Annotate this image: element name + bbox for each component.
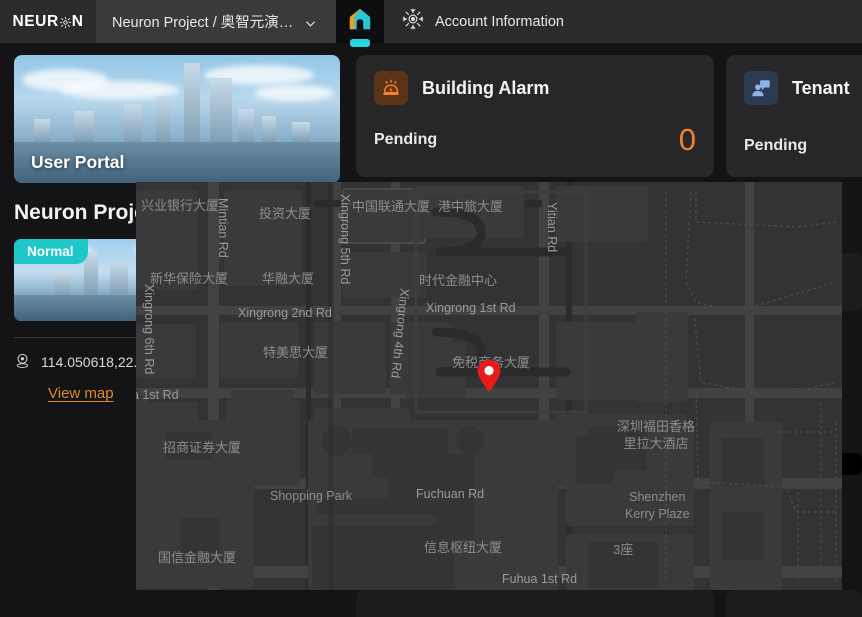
map-place-label: Shenzhen Kerry Plaze <box>625 490 690 521</box>
map-place-label: 3座 <box>613 542 634 557</box>
map-place-label: 招商证券大厦 <box>163 440 242 455</box>
map-road-label: Fuchuan Rd <box>416 487 485 501</box>
coordinates-value: 114.050618,22.5 <box>41 354 146 370</box>
snowflake-gear-icon <box>402 8 424 35</box>
building-alarm-card[interactable]: Building Alarm Pending 0 <box>356 55 714 177</box>
map-place-label: 时代金融中心 <box>419 273 498 288</box>
map-place-label: 深圳福田香格 里拉大酒店 <box>617 419 696 451</box>
tenant-card[interactable]: Tenant Pending <box>726 55 862 177</box>
map-place-label: 兴业银行大厦 <box>141 198 220 213</box>
brand-logo-suffix: N <box>71 12 84 30</box>
project-selector-tab[interactable]: Neuron Project / 奥智元演… <box>96 0 336 43</box>
map-place-label: 新华保险大厦 <box>150 271 229 286</box>
bottom-card-right[interactable] <box>726 590 862 617</box>
map-road-label: Xingrong 1st Rd <box>426 301 516 315</box>
account-information-tab[interactable]: Account Information <box>384 0 862 43</box>
brand-logo-text: NEUR N <box>12 13 83 31</box>
bottom-card-left[interactable] <box>356 590 714 617</box>
home-icon <box>347 6 373 37</box>
tenant-pending-label: Pending <box>744 137 808 154</box>
tenant-title: Tenant <box>792 77 850 98</box>
view-map-link[interactable]: View map <box>48 385 114 402</box>
map-place-label: 信息枢纽大厦 <box>424 540 503 555</box>
map-road-label: Fuhua 1st Rd <box>502 572 578 586</box>
tenant-footer: Pending <box>744 137 862 155</box>
map-road-label: Xingrong 5th Rd <box>338 194 352 285</box>
map-place-label: Shopping Park <box>270 489 353 503</box>
map-road-label: Xingrong 6th Rd <box>142 284 156 375</box>
status-badge: Normal <box>14 239 88 264</box>
stat-cards-row: Building Alarm Pending 0 Tenant Pending <box>356 55 862 177</box>
building-alarm-footer: Pending 0 <box>374 124 696 155</box>
user-portal-label: User Portal <box>31 152 125 172</box>
app-root: NEUR N Neuron Project / 奥智元演… Account In… <box>0 0 862 617</box>
brand-logo[interactable]: NEUR N <box>0 0 96 43</box>
map-place-label: 国信金融大厦 <box>158 550 237 565</box>
map-place-label: 投资大厦 <box>259 206 312 221</box>
map-road-label: a 1st Rd <box>136 388 179 402</box>
map-road-label: Xingrong 2nd Rd <box>238 306 332 320</box>
chevron-down-icon[interactable] <box>305 16 316 27</box>
map-marker-pin[interactable] <box>476 359 502 393</box>
building-alarm-title: Building Alarm <box>422 77 550 98</box>
project-selector-label: Neuron Project / 奥智元演… <box>112 15 294 31</box>
gear-icon <box>59 16 72 29</box>
map-road-label: Mintian Rd <box>216 198 230 258</box>
location-pin-icon <box>14 352 31 372</box>
map-place-label: 港中旅大厦 <box>438 199 504 214</box>
map-place-label: 中国联通大厦 <box>352 199 431 214</box>
building-alarm-pending-value: 0 <box>678 122 696 157</box>
map-place-label: 华融大厦 <box>262 271 315 286</box>
brand-logo-prefix: NEUR <box>12 12 59 30</box>
tenant-person-message-icon <box>744 71 778 105</box>
top-header: NEUR N Neuron Project / 奥智元演… Account In… <box>0 0 862 47</box>
tenant-header: Tenant <box>744 71 862 105</box>
user-portal-card[interactable]: User Portal <box>14 55 340 183</box>
map-place-label: 特美思大厦 <box>263 345 329 360</box>
map-dashed-areas <box>665 191 837 582</box>
building-alarm-pending-label: Pending <box>374 130 438 148</box>
building-alarm-header: Building Alarm <box>374 71 696 105</box>
home-tab[interactable] <box>336 0 384 47</box>
map-road-label: Yitian Rd <box>545 202 559 253</box>
map-overlay[interactable]: 兴业银行大厦 投资大厦 中国联通大厦 港中旅大厦 新华保险大厦 华融大厦 时代金… <box>136 182 842 590</box>
home-tab-indicator <box>350 39 370 47</box>
alarm-siren-icon <box>374 71 408 105</box>
account-information-label: Account Information <box>435 13 564 30</box>
